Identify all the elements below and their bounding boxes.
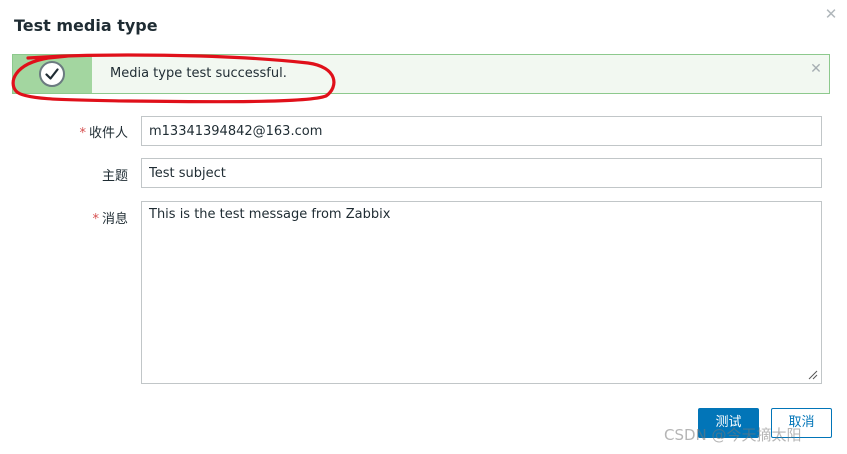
success-message-text: Media type test successful. — [110, 66, 287, 81]
dialog-close-icon[interactable]: ✕ — [824, 6, 838, 22]
subject-label: 主题 — [8, 165, 128, 184]
message-label-text: 消息 — [101, 212, 128, 227]
success-message-box: Media type test successful. ✕ — [12, 54, 830, 94]
required-marker: * — [92, 212, 99, 227]
dialog-title: Test media type — [14, 16, 158, 35]
subject-input[interactable] — [141, 158, 822, 188]
message-dismiss-icon[interactable]: ✕ — [809, 61, 823, 77]
recipient-label-text: 收件人 — [88, 126, 128, 141]
test-media-type-dialog: Test media type ✕ Media type test succes… — [0, 0, 847, 454]
recipient-label: * 收件人 — [8, 122, 128, 141]
recipient-input[interactable] — [141, 116, 822, 146]
subject-label-text: 主题 — [101, 169, 128, 184]
cancel-button[interactable]: 取消 — [771, 408, 832, 438]
message-label: * 消息 — [8, 208, 128, 227]
required-marker: * — [79, 126, 86, 141]
message-textarea[interactable]: This is the test message from Zabbix — [141, 201, 822, 384]
test-button[interactable]: 测试 — [698, 408, 759, 438]
check-circle-icon — [39, 61, 65, 87]
